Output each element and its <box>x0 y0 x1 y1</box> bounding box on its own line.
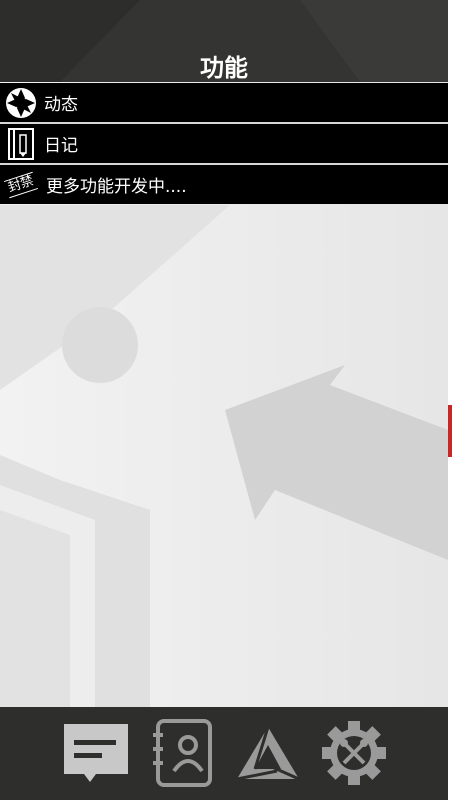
tab-contacts[interactable] <box>142 715 222 791</box>
tab-discover[interactable] <box>228 715 308 791</box>
screen-edge <box>448 0 452 800</box>
menu-item-label: 日记 <box>44 136 78 156</box>
bottom-tab-bar <box>0 707 448 800</box>
menu-item-dongtai[interactable]: 动态 <box>0 83 448 122</box>
aperture-icon <box>3 85 39 121</box>
menu-item-riji[interactable]: 日记 <box>0 124 448 163</box>
stamp-text: 封禁 <box>3 171 39 198</box>
title-bar: 功能 <box>0 0 448 82</box>
triangle-logo-icon <box>236 726 300 781</box>
tab-settings[interactable] <box>314 715 394 791</box>
app-screen: 功能 动态 日记 封禁 更多功能开发中.... <box>0 0 448 800</box>
menu-item-label: 动态 <box>44 95 78 115</box>
menu-item-label: 更多功能开发中.... <box>46 177 187 197</box>
menu-item-more-coming[interactable]: 封禁 更多功能开发中.... <box>0 165 448 204</box>
contacts-icon <box>153 719 212 787</box>
notebook-icon <box>3 126 39 162</box>
edge-indicator <box>448 405 452 457</box>
settings-gear-icon <box>322 721 386 785</box>
message-icon <box>64 724 128 782</box>
tab-messages[interactable] <box>56 715 136 791</box>
sealed-stamp-icon: 封禁 <box>1 167 41 203</box>
page-title: 功能 <box>200 54 248 82</box>
